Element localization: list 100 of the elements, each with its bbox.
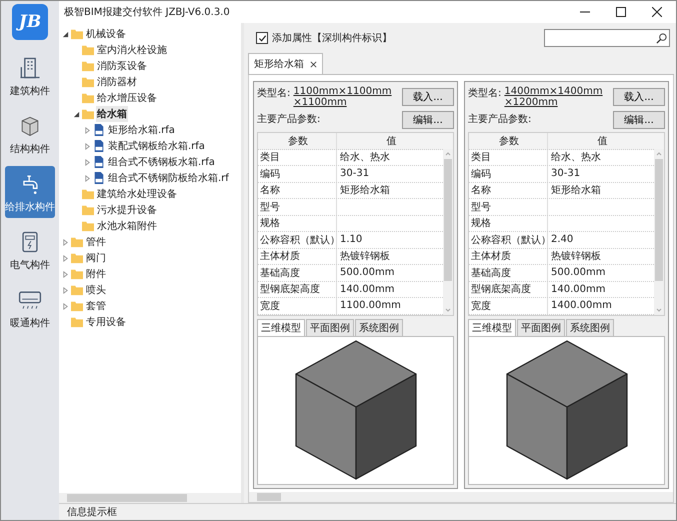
- tree-item[interactable]: 给水增压设备: [96, 90, 158, 106]
- tree-item[interactable]: 消防泵设备: [96, 58, 148, 74]
- table-cell: 1400.00mm: [551, 300, 612, 312]
- view-tab[interactable]: 平面图例: [306, 318, 354, 336]
- expand-arrow-icon[interactable]: [84, 142, 91, 150]
- tree-item[interactable]: 组合式不锈钢防板给水箱.rf: [107, 170, 230, 186]
- file-icon: [93, 172, 105, 184]
- tree-item[interactable]: 消防器材: [96, 74, 138, 90]
- view-tab[interactable]: 系统图例: [566, 318, 614, 336]
- edit-button[interactable]: 编辑...: [613, 111, 665, 129]
- collapse-arrow-icon[interactable]: [73, 110, 80, 118]
- expand-arrow-icon[interactable]: [62, 302, 69, 310]
- table-cell-text: 给水、热水: [551, 150, 601, 164]
- horizontal-scrollbar[interactable]: [249, 492, 673, 502]
- table-cell: 30-31: [340, 168, 370, 180]
- window-title: 极智BIM报建交付软件 JZBJ-V6.0.3.0: [64, 6, 230, 19]
- table-cell: 500.00mm: [340, 267, 394, 278]
- tree-item[interactable]: 装配式钢板给水箱.rfa: [107, 138, 206, 154]
- checkmark-icon[interactable]: [258, 34, 266, 42]
- folder-icon: [82, 92, 94, 104]
- table-cell: 型钢底架高度: [469, 282, 548, 297]
- table-cell-text: 矩形给水箱: [340, 184, 390, 198]
- table-cell: 140.00mm: [340, 284, 394, 295]
- expand-arrow-icon[interactable]: [62, 286, 69, 294]
- table-cell: 类目: [469, 150, 548, 165]
- table-cell: 30-31: [551, 168, 580, 180]
- table-cell: 宽度: [469, 298, 548, 314]
- folder-icon: [71, 316, 83, 328]
- load-button[interactable]: 载入...: [613, 88, 665, 106]
- search-icon[interactable]: [656, 32, 667, 44]
- scroll-up-icon[interactable]: [445, 152, 451, 156]
- tree-item[interactable]: 水池水箱附件: [96, 218, 158, 234]
- horizontal-scrollbar[interactable]: [59, 493, 241, 503]
- folder-icon: [71, 236, 83, 248]
- table-cell-text: 热镀锌钢板: [340, 250, 390, 264]
- table-cell: 编码: [258, 166, 337, 182]
- table-cell: 基础高度: [258, 265, 337, 280]
- tree-item[interactable]: 污水提升设备: [96, 202, 158, 218]
- type-name-label: 类型名:: [468, 86, 502, 101]
- scroll-down-icon[interactable]: [445, 308, 451, 312]
- table-cell: 1.10: [340, 234, 362, 246]
- folder-icon: [82, 60, 94, 72]
- table-cell: 公称容积（默认）: [258, 232, 337, 248]
- folder-icon: [71, 300, 83, 312]
- view-tab[interactable]: 三维模型: [257, 318, 305, 336]
- category-button[interactable]: 暖通构件: [5, 282, 55, 334]
- expand-arrow-icon[interactable]: [62, 254, 69, 262]
- status-text: 信息提示框: [67, 506, 117, 519]
- category-button[interactable]: 结构构件: [5, 108, 55, 160]
- category-button[interactable]: 建筑构件: [5, 50, 55, 102]
- column-header: 值: [386, 134, 398, 148]
- tree-item[interactable]: 阀门: [85, 250, 107, 266]
- column-header: 参数: [258, 133, 337, 148]
- file-icon: [93, 124, 105, 136]
- expand-arrow-icon[interactable]: [62, 270, 69, 278]
- expand-arrow-icon[interactable]: [84, 126, 91, 134]
- document-tab[interactable]: 矩形给水箱: [248, 53, 323, 74]
- expand-arrow-icon[interactable]: [84, 174, 91, 182]
- view-tab[interactable]: 平面图例: [517, 318, 565, 336]
- tree-item[interactable]: 矩形给水箱.rfa: [107, 122, 176, 138]
- tree-item[interactable]: 专用设备: [85, 314, 127, 330]
- view-tab[interactable]: 三维模型: [468, 318, 516, 336]
- type-name-link[interactable]: 1100mm×1100mm×1100mm: [293, 86, 398, 108]
- edit-button[interactable]: 编辑...: [402, 111, 454, 129]
- load-button[interactable]: 载入...: [402, 88, 454, 106]
- folder-icon: [71, 28, 83, 40]
- table-cell: 型号: [258, 199, 337, 214]
- table-cell: 140.00mm: [551, 284, 606, 295]
- scroll-down-icon[interactable]: [656, 308, 662, 312]
- add-attribute-checkbox[interactable]: 添加属性【深圳构件标识】: [248, 31, 392, 45]
- tree-item[interactable]: 套管: [85, 298, 107, 314]
- close-icon[interactable]: [652, 7, 662, 17]
- table-cell: 宽度: [258, 298, 337, 314]
- table-cell: 1100.00mm: [340, 300, 401, 312]
- expand-arrow-icon[interactable]: [62, 238, 69, 246]
- tree-item[interactable]: 管件: [85, 234, 107, 250]
- tree-item[interactable]: 组合式不锈钢板水箱.rfa: [107, 154, 216, 170]
- collapse-arrow-icon[interactable]: [62, 30, 69, 38]
- table-cell: 规格: [258, 216, 337, 231]
- search-field[interactable]: [544, 29, 670, 47]
- expand-arrow-icon[interactable]: [84, 158, 91, 166]
- category-button[interactable]: 给排水构件: [5, 166, 55, 218]
- view-tab[interactable]: 系统图例: [355, 318, 403, 336]
- table-cell: 500.00mm: [551, 267, 606, 278]
- tree-item[interactable]: 室内消火栓设施: [96, 42, 168, 58]
- tree-item[interactable]: 机械设备: [85, 26, 127, 42]
- type-name-link[interactable]: 1400mm×1400mm×1200mm: [504, 86, 609, 108]
- table-cell: 名称: [258, 182, 337, 198]
- folder-icon: [71, 268, 83, 280]
- table-cell: 基础高度: [469, 265, 548, 280]
- tree-item[interactable]: 喷头: [85, 282, 107, 298]
- category-button[interactable]: 电气构件: [5, 224, 55, 276]
- scroll-up-icon[interactable]: [656, 152, 662, 156]
- tree-item[interactable]: 附件: [85, 266, 107, 282]
- close-tab-icon[interactable]: [310, 60, 317, 68]
- table-cell-text: 矩形给水箱: [551, 184, 601, 198]
- app-logo: JB: [12, 4, 48, 40]
- tree-item[interactable]: 建筑给水处理设备: [96, 186, 178, 202]
- tree-item[interactable]: 给水箱: [96, 106, 128, 122]
- maximize-icon[interactable]: [616, 7, 626, 17]
